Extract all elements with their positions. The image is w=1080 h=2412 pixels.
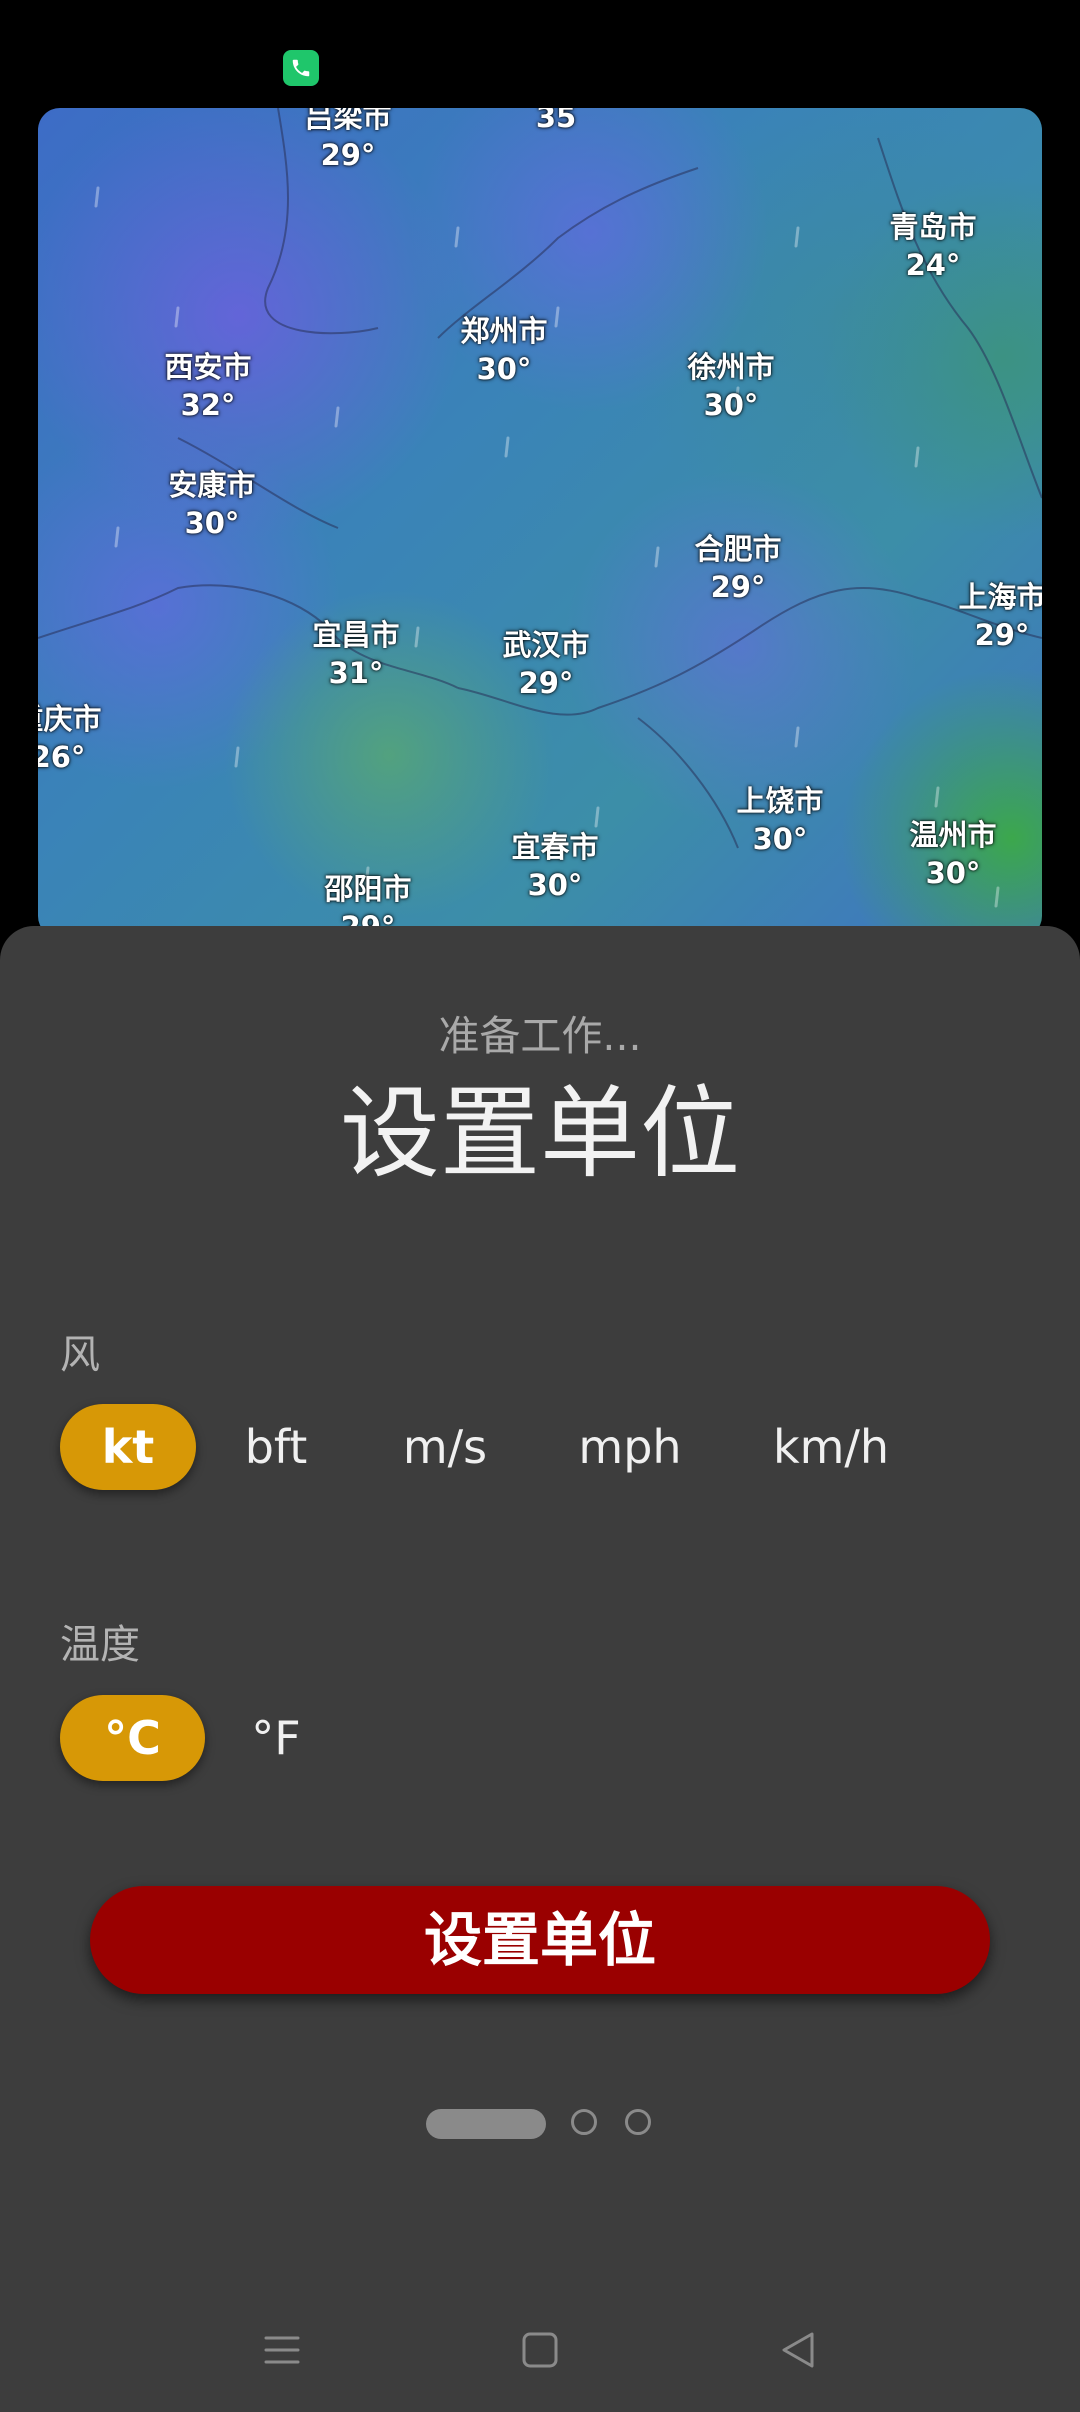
city-name: 上海市 (958, 580, 1042, 614)
city-label: 西安市 32° (164, 348, 251, 424)
city-label: 温州市 30° (909, 816, 996, 892)
status-bar (0, 0, 1080, 108)
city-name: 邵阳市 (324, 872, 412, 906)
wind-option-kt[interactable]: kt (60, 1404, 196, 1490)
city-name: 徐州市 (687, 350, 775, 384)
city-name: 宜昌市 (312, 618, 400, 652)
page-indicator-dot (625, 2109, 651, 2135)
city-label: 宜春市 30° (511, 828, 598, 904)
city-name: 吕梁市 (304, 108, 392, 134)
wind-option-mph[interactable]: mph (560, 1404, 700, 1490)
system-nav-bar (0, 2290, 1080, 2412)
city-label: 吕梁市 29° (304, 108, 391, 174)
set-units-button[interactable]: 设置单位 (90, 1886, 990, 1994)
temperature-option-celsius[interactable]: °C (60, 1695, 205, 1781)
wind-section-label: 风 (60, 1332, 100, 1378)
city-temp: 29° (518, 666, 574, 700)
wind-option-kmh[interactable]: km/h (756, 1404, 906, 1490)
weather-map[interactable]: 吕梁市 29° 35 青岛市 24° 郑州市 30° 西安市 32° 徐州市 3… (38, 108, 1042, 938)
sheet-title: 设置单位 (340, 1075, 740, 1192)
city-temp: 29° (974, 618, 1030, 652)
city-temp: 30° (752, 822, 808, 856)
city-label: 徐州市 30° (687, 348, 774, 424)
city-temp: 30° (184, 506, 240, 540)
phone-icon (283, 50, 319, 86)
city-label: 青岛市 24° (889, 208, 976, 284)
city-name: 安康市 (168, 468, 256, 502)
city-label: 重庆市 26° (38, 700, 102, 776)
back-icon[interactable] (768, 2320, 828, 2380)
city-temp: 30° (703, 388, 759, 422)
city-temp: 32° (180, 388, 236, 422)
page-indicator (0, 2109, 1080, 2141)
temperature-section-label: 温度 (60, 1622, 140, 1668)
city-name: 青岛市 (889, 210, 977, 244)
sheet-subtitle: 准备工作... (438, 1012, 642, 1060)
city-temp: 26° (38, 740, 86, 774)
city-temp: 29° (710, 570, 766, 604)
city-temp: 30° (527, 868, 583, 902)
city-label: 武汉市 29° (502, 626, 589, 702)
city-temp: 29° (320, 138, 376, 172)
menu-icon[interactable] (252, 2320, 312, 2380)
city-name: 温州市 (909, 818, 997, 852)
city-name: 重庆市 (38, 702, 102, 736)
wind-option-bft[interactable]: bft (216, 1404, 336, 1490)
onboarding-sheet: 准备工作... 设置单位 风 kt bft m/s mph km/h 温度 °C… (0, 926, 1080, 2412)
city-label: 上饶市 30° (736, 782, 823, 858)
wind-option-ms[interactable]: m/s (380, 1404, 510, 1490)
page-indicator-active (426, 2109, 546, 2139)
home-icon[interactable] (510, 2320, 570, 2380)
temperature-option-fahrenheit[interactable]: °F (226, 1695, 326, 1781)
city-temp: 35 (535, 108, 577, 134)
city-name: 合肥市 (694, 532, 782, 566)
city-name: 西安市 (164, 350, 252, 384)
city-name: 宜春市 (511, 830, 599, 864)
city-temp: 24° (905, 248, 961, 282)
city-label: 宜昌市 31° (312, 616, 399, 692)
city-label: 合肥市 29° (694, 530, 781, 606)
city-temp: 31° (328, 656, 384, 690)
city-label: 郑州市 30° (460, 312, 547, 388)
city-label: 35 (536, 108, 576, 136)
city-label: 安康市 30° (168, 466, 255, 542)
city-name: 郑州市 (460, 314, 548, 348)
city-name: 上饶市 (736, 784, 824, 818)
city-temp: 30° (476, 352, 532, 386)
city-label: 上海市 29° (958, 578, 1042, 654)
city-name: 武汉市 (502, 628, 590, 662)
city-temp: 30° (925, 856, 981, 890)
page-indicator-dot (571, 2109, 597, 2135)
